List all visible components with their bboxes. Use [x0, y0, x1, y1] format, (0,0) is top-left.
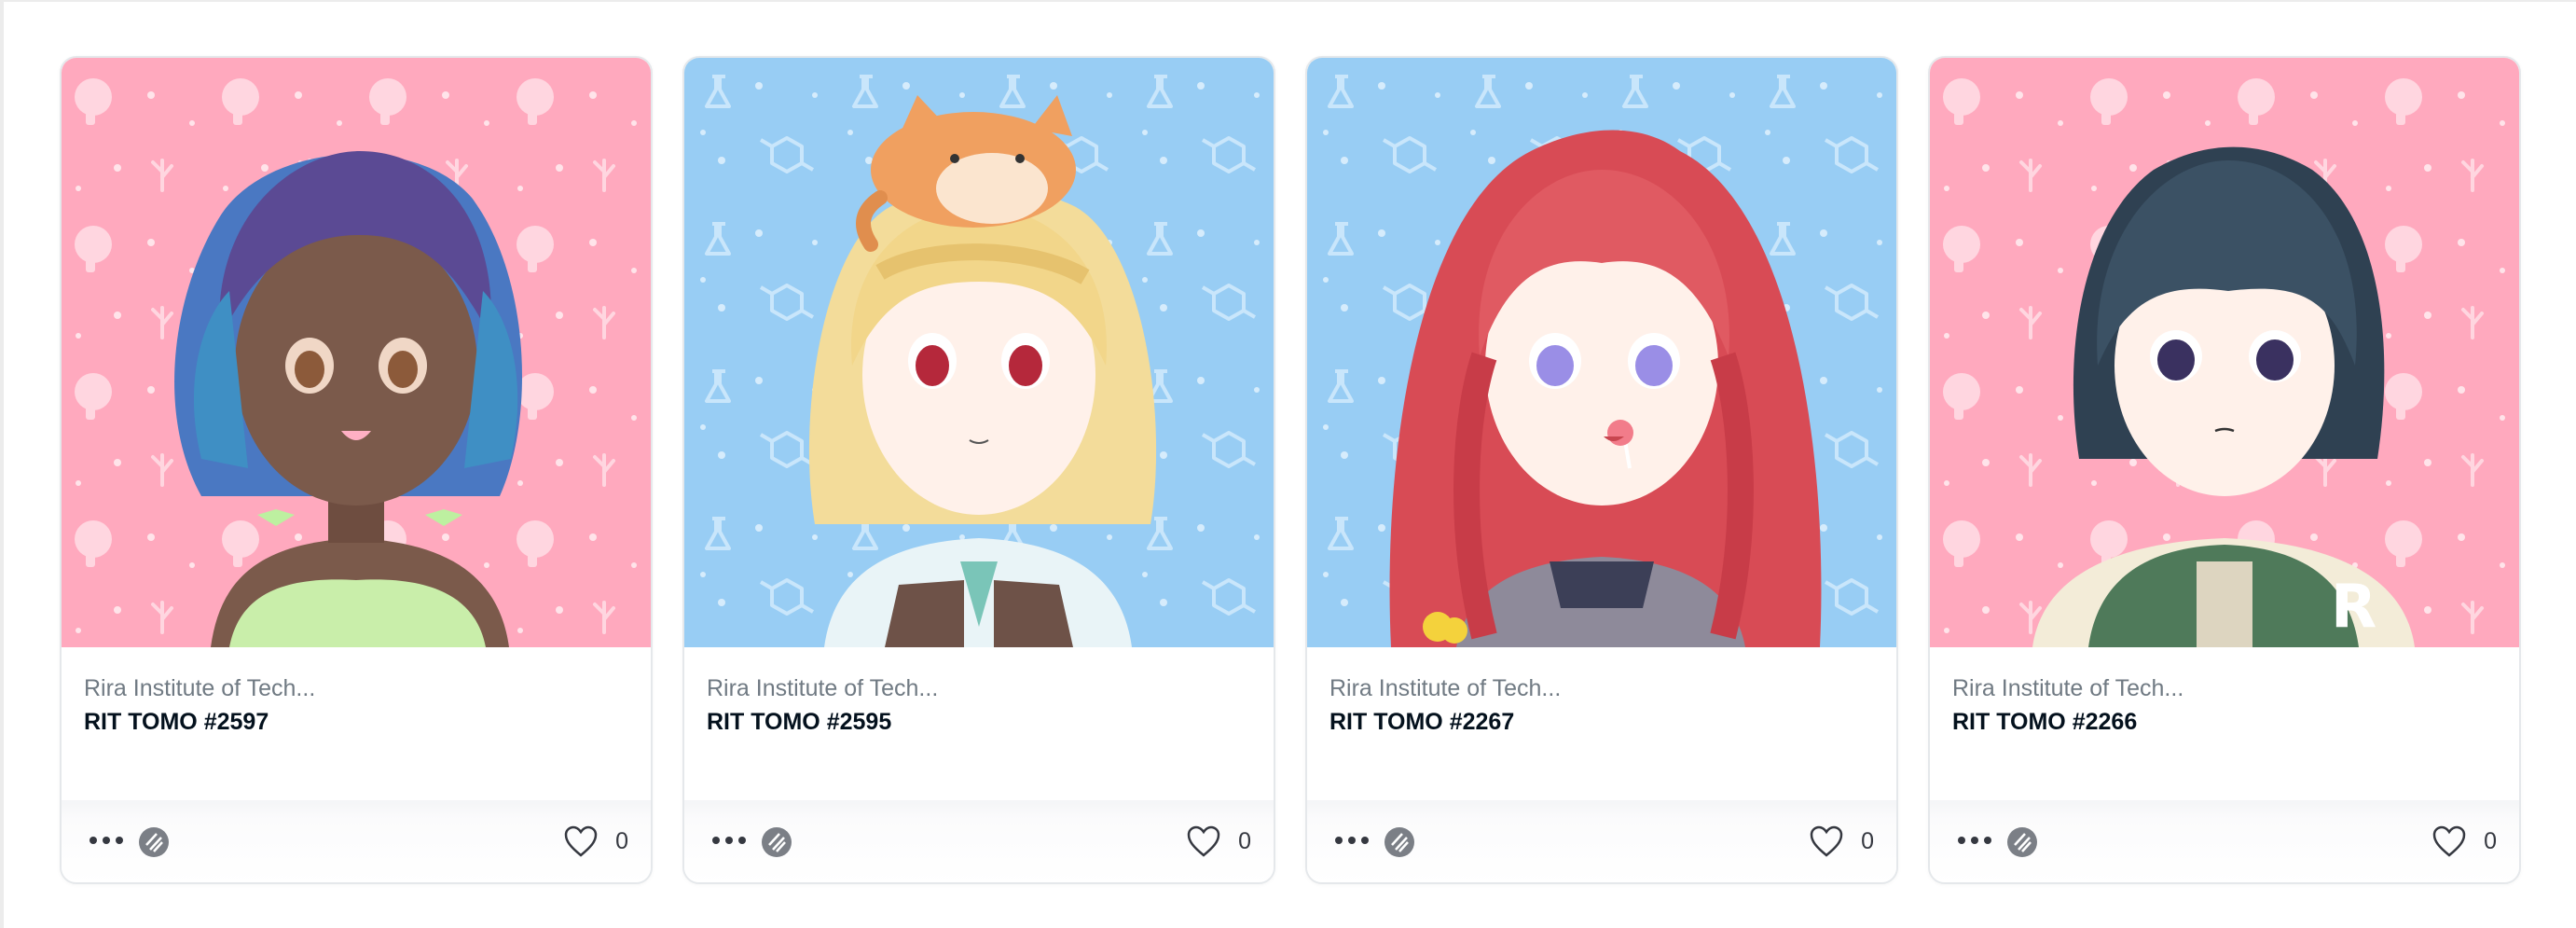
nft-image[interactable]: R	[1930, 58, 2519, 647]
more-options-icon[interactable]	[88, 828, 125, 852]
nft-name[interactable]: RIT TOMO #2597	[84, 709, 269, 736]
like-count: 0	[1861, 828, 1874, 854]
collection-name[interactable]: Rira Institute of Tech...	[1329, 675, 1561, 702]
nft-card[interactable]: R Rira Institute of Tech... RIT TOMO #22…	[1928, 56, 2521, 884]
nft-info: Rira Institute of Tech... RIT TOMO #2597	[62, 647, 651, 800]
nft-image[interactable]	[684, 58, 1274, 647]
ethereum-chain-icon	[2007, 827, 2037, 857]
ethereum-chain-icon	[139, 827, 169, 857]
nft-name[interactable]: RIT TOMO #2266	[1952, 709, 2137, 736]
jacket-letter-icon: R	[2331, 573, 2376, 642]
nft-card[interactable]: Rira Institute of Tech... RIT TOMO #2267…	[1305, 56, 1898, 884]
nft-card-footer: 0	[62, 800, 651, 882]
nft-card[interactable]: Rira Institute of Tech... RIT TOMO #2595…	[682, 56, 1275, 884]
collection-name[interactable]: Rira Institute of Tech...	[1952, 675, 2183, 702]
like-count: 0	[2484, 828, 2497, 854]
nft-card-footer: 0	[1307, 800, 1896, 882]
more-options-icon[interactable]	[1956, 828, 1993, 852]
nft-name[interactable]: RIT TOMO #2595	[707, 709, 891, 736]
more-options-icon[interactable]	[710, 828, 748, 852]
nft-info: Rira Institute of Tech... RIT TOMO #2266	[1930, 647, 2519, 800]
nft-artwork-dark-hair-varsity-jacket: R	[1930, 58, 2519, 647]
nft-gallery-page: Rira Institute of Tech... RIT TOMO #2597…	[0, 0, 2576, 928]
nft-card[interactable]: Rira Institute of Tech... RIT TOMO #2597…	[60, 56, 653, 884]
heart-icon[interactable]	[1186, 824, 1221, 858]
ethereum-chain-icon	[1384, 827, 1414, 857]
nft-artwork-red-hair-lollipop	[1307, 58, 1896, 647]
heart-icon[interactable]	[1809, 824, 1844, 858]
nft-card-footer: 0	[684, 800, 1274, 882]
nft-info: Rira Institute of Tech... RIT TOMO #2595	[684, 647, 1274, 800]
collection-name[interactable]: Rira Institute of Tech...	[84, 675, 315, 702]
like-count: 0	[615, 828, 628, 854]
collection-name[interactable]: Rira Institute of Tech...	[707, 675, 938, 702]
heart-icon[interactable]	[2431, 824, 2467, 858]
nft-info: Rira Institute of Tech... RIT TOMO #2267	[1307, 647, 1896, 800]
nft-artwork-blonde-hair-cat-hat	[684, 58, 1274, 647]
nft-card-footer: 0	[1930, 800, 2519, 882]
nft-name[interactable]: RIT TOMO #2267	[1329, 709, 1514, 736]
more-options-icon[interactable]	[1333, 828, 1371, 852]
nft-image[interactable]	[1307, 58, 1896, 647]
like-count: 0	[1238, 828, 1251, 854]
heart-icon[interactable]	[563, 824, 599, 858]
nft-image[interactable]	[62, 58, 651, 647]
ethereum-chain-icon	[762, 827, 792, 857]
nft-artwork-dark-skin-purple-hair	[62, 58, 651, 647]
